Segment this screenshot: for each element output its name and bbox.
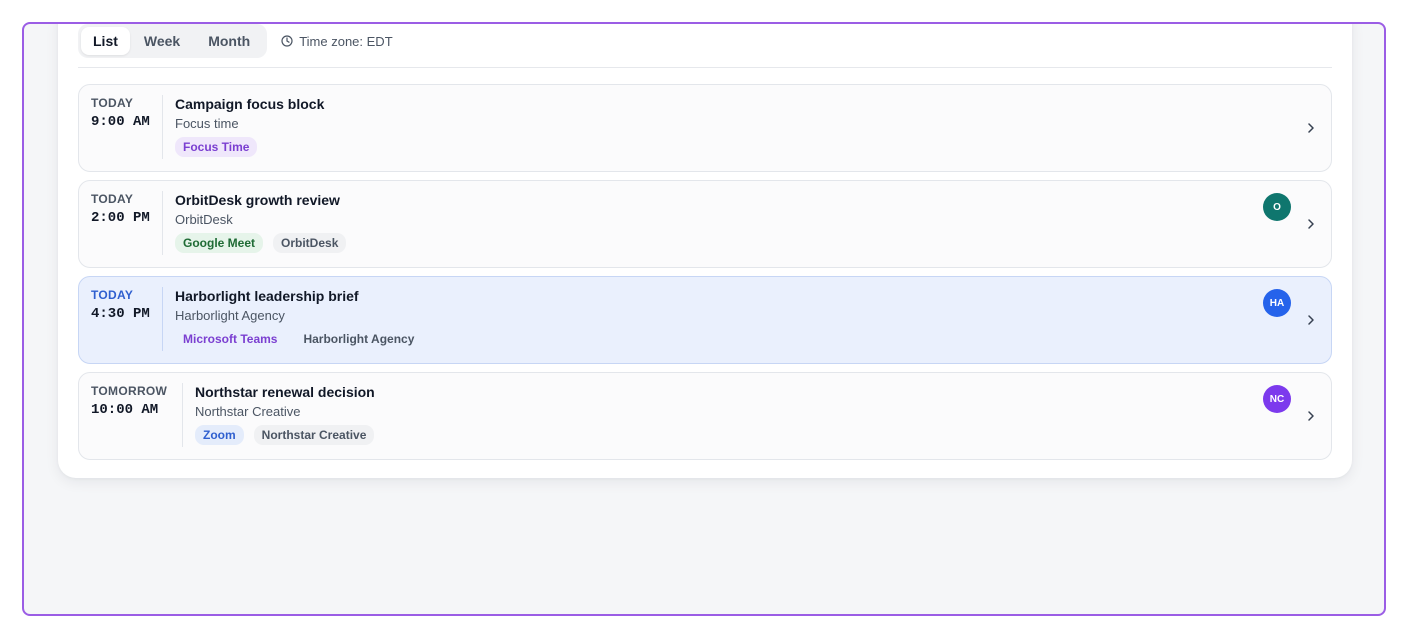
event-divider <box>182 383 183 447</box>
event-divider <box>162 95 163 159</box>
event-item[interactable]: TODAY 9:00 AM Campaign focus block Focus… <box>78 84 1332 172</box>
tab-week[interactable]: Week <box>130 27 194 55</box>
event-when: TODAY 2:00 PM <box>91 192 163 226</box>
schedule-card: List Week Month Time zone: EDT TODAY 9:0… <box>58 24 1352 478</box>
event-title: Campaign focus block <box>175 96 325 112</box>
clock-icon <box>281 35 293 47</box>
app-frame: List Week Month Time zone: EDT TODAY 9:0… <box>22 22 1386 616</box>
event-tag: Focus Time <box>175 137 258 157</box>
event-when: TOMORROW 10:00 AM <box>91 384 183 418</box>
tab-month[interactable]: Month <box>194 27 264 55</box>
event-tags: Focus Time <box>175 137 324 157</box>
event-day: TOMORROW <box>91 384 168 398</box>
avatar: NC <box>1263 385 1291 413</box>
chevron-right-icon[interactable] <box>1305 121 1317 135</box>
event-when: TODAY 9:00 AM <box>91 96 163 130</box>
event-info: Harborlight leadership brief Harborlight… <box>175 288 432 349</box>
event-subtitle: Northstar Creative <box>195 404 301 419</box>
event-info: Northstar renewal decision Northstar Cre… <box>195 384 384 445</box>
event-list: TODAY 9:00 AM Campaign focus block Focus… <box>78 84 1332 468</box>
event-title: Harborlight leadership brief <box>175 288 359 304</box>
chevron-right-icon[interactable] <box>1305 313 1317 327</box>
event-time: 4:30 PM <box>91 306 150 322</box>
event-divider <box>162 191 163 255</box>
event-time: 9:00 AM <box>91 114 150 130</box>
event-tag: Harborlight Agency <box>303 332 415 346</box>
event-subtitle: Focus time <box>175 116 239 131</box>
event-tag: Zoom <box>195 425 244 445</box>
event-day: TODAY <box>91 96 134 110</box>
event-subtitle: Harborlight Agency <box>175 308 285 323</box>
chevron-right-icon[interactable] <box>1305 409 1317 423</box>
event-tag: Google Meet <box>175 233 264 253</box>
timezone-label: Time zone: EDT <box>299 33 393 49</box>
timezone-indicator: Time zone: EDT <box>281 24 393 58</box>
event-tag: Microsoft Teams <box>183 332 278 346</box>
event-info: Campaign focus block Focus time Focus Ti… <box>175 96 324 157</box>
view-toolbar: List Week Month Time zone: EDT <box>78 24 1332 68</box>
event-tags: Microsoft Teams Harborlight Agency <box>175 329 432 349</box>
event-time: 10:00 AM <box>91 402 159 418</box>
event-tags: Google Meet OrbitDesk <box>175 233 356 253</box>
event-tag: Northstar Creative <box>253 425 375 445</box>
event-info: OrbitDesk growth review OrbitDesk Google… <box>175 192 356 253</box>
event-day: TODAY <box>91 192 134 206</box>
tab-list[interactable]: List <box>81 27 130 55</box>
event-when: TODAY 4:30 PM <box>91 288 163 322</box>
chevron-right-icon[interactable] <box>1305 217 1317 231</box>
view-switcher: List Week Month <box>78 24 268 58</box>
event-item[interactable]: TOMORROW 10:00 AM Northstar renewal deci… <box>78 372 1332 460</box>
avatar: O <box>1263 193 1291 221</box>
event-tag: OrbitDesk <box>273 233 347 253</box>
avatar: HA <box>1263 289 1291 317</box>
event-subtitle: OrbitDesk <box>175 212 233 227</box>
event-day: TODAY <box>91 288 134 302</box>
event-title: Northstar renewal decision <box>195 384 375 400</box>
event-tags: Zoom Northstar Creative <box>195 425 384 445</box>
event-divider <box>162 287 163 351</box>
event-item[interactable]: TODAY 4:30 PM Harborlight leadership bri… <box>78 276 1332 364</box>
event-item[interactable]: TODAY 2:00 PM OrbitDesk growth review Or… <box>78 180 1332 268</box>
event-title: OrbitDesk growth review <box>175 192 340 208</box>
event-time: 2:00 PM <box>91 210 150 226</box>
